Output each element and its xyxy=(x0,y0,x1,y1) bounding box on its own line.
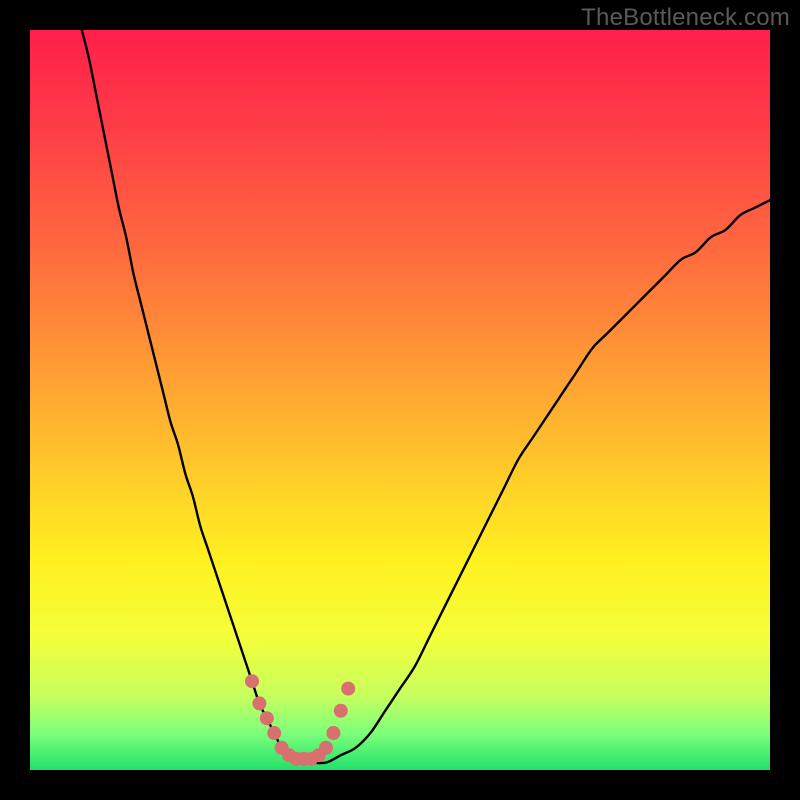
optimal-range-dots xyxy=(30,30,770,770)
optimal-dot xyxy=(245,674,259,688)
optimal-dot xyxy=(267,726,281,740)
chart-frame: TheBottleneck.com xyxy=(0,0,800,800)
plot-area xyxy=(30,30,770,770)
optimal-dot xyxy=(252,696,266,710)
optimal-dot xyxy=(326,726,340,740)
optimal-dot xyxy=(334,704,348,718)
optimal-dot xyxy=(260,711,274,725)
optimal-dot xyxy=(341,682,355,696)
optimal-dot xyxy=(319,741,333,755)
watermark-text: TheBottleneck.com xyxy=(581,4,790,32)
